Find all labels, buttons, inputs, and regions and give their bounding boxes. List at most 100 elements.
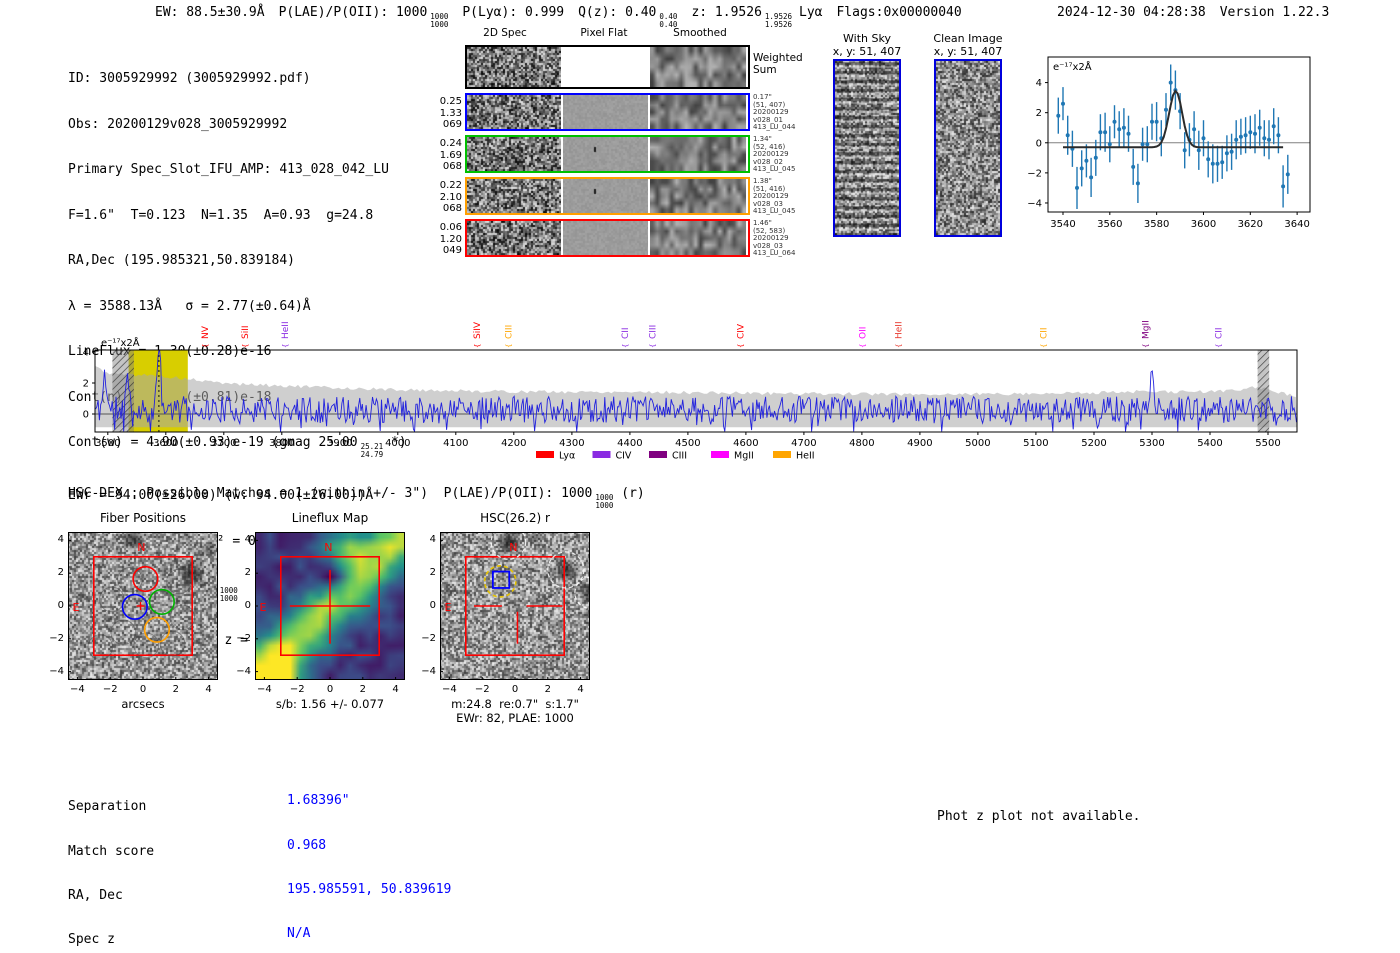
svg-text:CIV: CIV [737,323,747,339]
svg-text:3640: 3640 [1284,219,1309,230]
tick-label: 2 [40,567,64,578]
tick-label: −4 [40,666,64,677]
svg-text:SiII: SiII [241,325,251,339]
svg-text:3580: 3580 [1144,219,1169,230]
hsc_cutout-xlabel2: EWr: 82, PLAE: 1000 [420,711,610,725]
svg-text:HeII: HeII [894,321,904,339]
svg-text:4: 4 [1036,78,1042,89]
spec2d-2dspec-image [467,47,561,87]
spec2d-pixelflat-image [563,95,648,129]
svg-text:{: { [1040,344,1048,348]
svg-text:5500: 5500 [1255,438,1280,449]
svg-text:4900: 4900 [907,438,932,449]
svg-text:2: 2 [1036,108,1042,119]
sky-panel-0 [833,59,901,237]
svg-text:−4: −4 [1027,198,1042,209]
tick-label: 4 [412,534,436,545]
svg-text:e⁻¹⁷x2Å: e⁻¹⁷x2Å [1053,60,1092,73]
spec2d-left-value: 049 [436,245,462,257]
svg-text:OII: OII [858,327,868,339]
svg-text:4100: 4100 [443,438,468,449]
svg-text:0: 0 [83,410,89,421]
svg-text:HeII: HeII [796,451,815,462]
svg-text:{: { [859,344,867,348]
sky-panel-image-0 [835,61,899,235]
tick-label: 4 [40,534,64,545]
svg-text:−2: −2 [1027,168,1042,179]
svg-text:MgII: MgII [734,451,754,462]
tick-label: −4 [437,684,461,695]
svg-text:SiIV: SiIV [473,321,483,339]
svg-text:4400: 4400 [617,438,642,449]
svg-text:5400: 5400 [1197,438,1222,449]
tick-label: 2 [351,684,375,695]
svg-text:E: E [72,601,79,614]
svg-text:E: E [444,601,451,614]
sky-panel-image-1 [936,61,1000,235]
tick-label: 2 [412,567,436,578]
spec2d-left-value: 2.10 [436,192,462,204]
svg-text:5000: 5000 [965,438,990,449]
svg-text:{: { [242,344,250,348]
svg-text:CII: CII [1039,327,1049,339]
lineflux_map-panel: NE [255,532,405,680]
fiber_positions-overlay: NE [68,532,218,680]
tick-label: −2 [285,684,309,695]
spec2d-left-value: 0.22 [436,180,462,192]
spec2d-smoothed-image [650,95,746,129]
svg-text:4: 4 [83,348,89,359]
tick-label: 0 [131,684,155,695]
spec2d-row-left-label: 0.06 1.20 049 [436,222,462,257]
page: EW: 88.5±30.9Å P(LAE)/P(OII): 1000 1000 100… [0,0,1400,953]
spec2d-left-value: 068 [436,161,462,173]
right-label-line: 413_LU_064 [753,250,805,258]
spec2d-column-title: Smoothed [650,27,750,39]
spec2d-row-left-label: 0.25 1.33 069 [436,96,462,131]
line-fit-plot: 3540 3560 3580 3600 3620 3640 −4 −2 0 2 4 e⁻¹⁷x2Å [1020,48,1340,233]
spec2d-pixelflat-image [563,179,648,213]
svg-text:HeII: HeII [281,321,291,339]
svg-text:N: N [509,541,517,554]
lineflux_map-overlay: NE [255,532,405,680]
tick-label: 4 [384,684,408,695]
svg-text:3600: 3600 [153,438,178,449]
svg-text:4200: 4200 [501,438,526,449]
spec2d-row-1 [465,93,750,131]
tick-label: −4 [227,666,251,677]
tick-label: −4 [65,684,89,695]
svg-text:3800: 3800 [269,438,294,449]
svg-text:CIV: CIV [616,451,632,462]
spec2d-row-right-label: 1.46" (52, 583) 20200129 v028_03 413_LU_064 [753,220,805,258]
tick-label: 0 [412,600,436,611]
svg-text:e⁻¹⁷x2Å: e⁻¹⁷x2Å [101,336,140,349]
svg-text:5300: 5300 [1139,438,1164,449]
svg-text:3500: 3500 [95,438,120,449]
right-label-line: 413_LU_044 [753,124,805,132]
spec2d-row-2 [465,135,750,173]
spec2d-row-4 [465,219,750,257]
svg-text:4800: 4800 [849,438,874,449]
svg-text:4500: 4500 [675,438,700,449]
tick-label: 2 [227,567,251,578]
spec2d-2dspec-image [467,137,561,171]
svg-text:MgII: MgII [1142,320,1152,339]
spec2d-row-3 [465,177,750,215]
generated-graphics: 2D Spec Pixel Flat Smoothed Weighted Sum 0.25… [0,0,1400,953]
spec2d-left-value: 1.20 [436,234,462,246]
svg-text:CII: CII [621,327,631,339]
spec2d-left-value: 069 [436,119,462,131]
spec2d-row-right-label: 0.17" (51, 407) 20200129 v028_01 413_LU_044 [753,94,805,132]
svg-text:N: N [137,541,145,554]
svg-text:3540: 3540 [1050,219,1075,230]
spec2d-smoothed-image [650,221,746,255]
svg-text:{: { [895,344,903,348]
svg-text:{: { [1215,344,1223,348]
spec2d-row-right-label: 1.34" (52, 416) 20200129 v028_02 413_LU_045 [753,136,805,174]
tick-label: 0 [503,684,527,695]
spec2d-2dspec-image [467,95,561,129]
svg-text:4600: 4600 [733,438,758,449]
svg-text:CIII: CIII [505,325,515,339]
spec2d-left-value: 0.25 [436,96,462,108]
weighted-label-line: Sum [753,64,823,76]
spec2d-row-right-label: 1.38" (51, 416) 20200129 v028_03 413_LU_045 [753,178,805,216]
